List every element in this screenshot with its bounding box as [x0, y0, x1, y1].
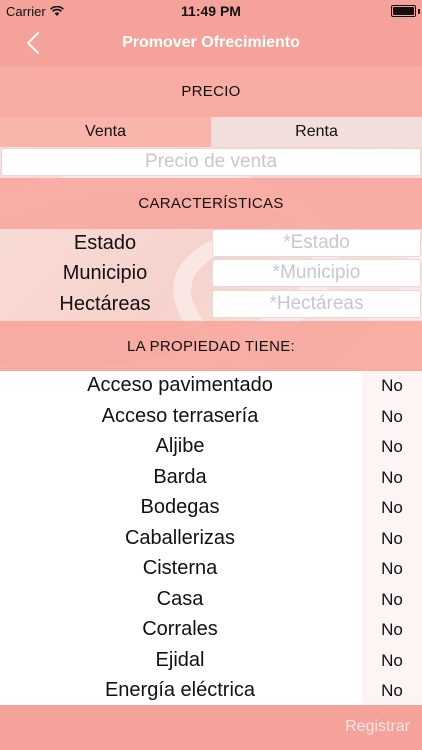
amenity-value-toggle[interactable]: No	[362, 681, 422, 701]
amenity-label: Acceso terrasería	[101, 404, 259, 427]
list-item: Energía eléctrica No	[0, 676, 422, 707]
list-item: Cisterna No	[0, 554, 422, 585]
amenity-label: Acceso pavimentado	[87, 374, 273, 396]
amenity-label: Energía eléctrica	[104, 679, 256, 701]
list-item: Barda No	[0, 462, 422, 493]
status-time: 11:49 PM	[181, 3, 241, 19]
price-input[interactable]	[1, 148, 421, 176]
sale-rent-segmented-control: Venta Renta	[0, 117, 422, 147]
list-item: Ejidal No	[0, 645, 422, 676]
register-button[interactable]: Registrar	[345, 718, 410, 736]
app-screen: Carrier 11:49 PM Promover Ofrecimiento P…	[0, 0, 422, 750]
status-bar: Carrier 11:49 PM	[0, 0, 422, 22]
hectareas-input[interactable]	[212, 290, 421, 318]
list-item: Bodegas No	[0, 493, 422, 524]
amenity-value-toggle[interactable]: No	[362, 620, 422, 640]
list-item: Caballerizas No	[0, 523, 422, 554]
amenity-value-toggle[interactable]: No	[362, 559, 422, 579]
list-item: Acceso terrasería No	[0, 401, 422, 432]
characteristics-section-header: CARACTERÍSTICAS	[0, 178, 422, 229]
amenity-value-toggle[interactable]: No	[362, 498, 422, 518]
estado-input[interactable]	[212, 229, 421, 257]
navigation-bar: Promover Ofrecimiento	[0, 22, 422, 66]
amenity-value-toggle[interactable]: No	[362, 529, 422, 549]
amenity-label: Aljibe	[155, 435, 205, 457]
hectareas-label: Hectáreas	[59, 293, 151, 315]
list-item: Corrales No	[0, 615, 422, 646]
segment-renta[interactable]: Renta	[211, 117, 422, 147]
segment-venta[interactable]: Venta	[0, 117, 211, 147]
municipio-input[interactable]	[212, 259, 421, 287]
list-item: Acceso pavimentado No	[0, 371, 422, 402]
amenity-value-toggle[interactable]: No	[362, 651, 422, 671]
amenity-label: Corrales	[142, 618, 218, 640]
battery-icon	[391, 5, 416, 17]
amenities-section-header: LA PROPIEDAD TIENE:	[0, 321, 422, 371]
list-item: Casa No	[0, 584, 422, 615]
municipio-label: Municipio	[62, 262, 148, 284]
amenity-label: Barda	[153, 465, 207, 488]
amenity-value-toggle[interactable]: No	[362, 468, 422, 488]
price-section-header: PRECIO	[0, 66, 422, 117]
amenity-label: Casa	[156, 587, 204, 610]
amenity-label: Ejidal	[155, 648, 205, 671]
bottom-toolbar: Registrar	[0, 705, 422, 750]
amenity-list: Acceso pavimentado No Acceso terrasería …	[0, 371, 422, 707]
battery-level	[393, 7, 414, 15]
estado-label: Estado	[73, 232, 137, 254]
amenity-label: Cisterna	[142, 557, 218, 579]
list-item: Aljibe No	[0, 432, 422, 463]
amenity-value-toggle[interactable]: No	[362, 437, 422, 457]
amenity-label: Bodegas	[140, 496, 220, 518]
amenity-label: Caballerizas	[124, 526, 236, 549]
amenity-value-toggle[interactable]: No	[362, 590, 422, 610]
battery-tip	[418, 9, 420, 14]
page-title: Promover Ofrecimiento	[122, 34, 300, 51]
amenity-value-toggle[interactable]: No	[362, 376, 422, 396]
amenity-value-toggle[interactable]: No	[362, 407, 422, 427]
